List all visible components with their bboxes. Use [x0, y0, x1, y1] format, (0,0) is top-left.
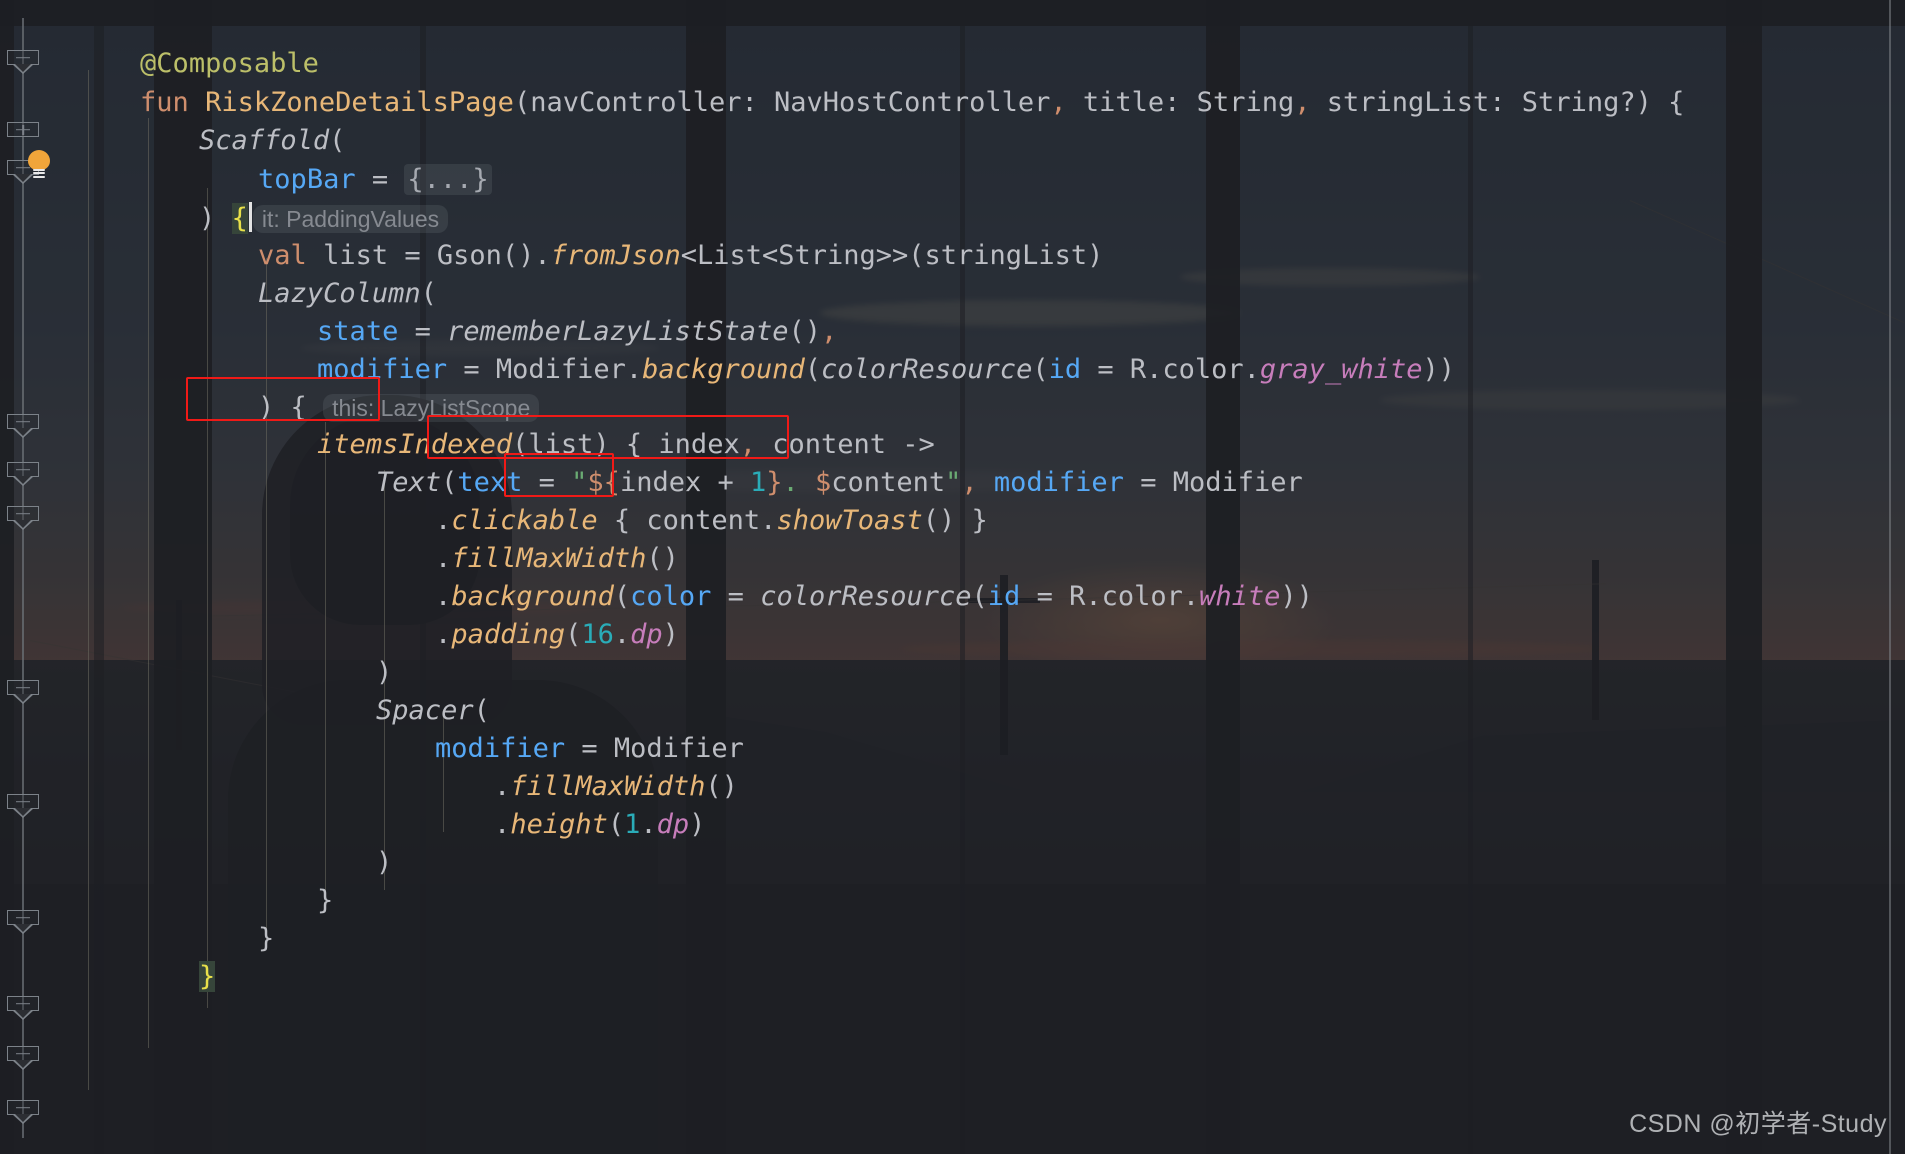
matched-brace-close: }: [199, 960, 216, 992]
code-content[interactable]: @Composable fun RiskZoneDetailsPage(navC…: [0, 0, 1905, 1154]
watermark: CSDN @初学者-Study: [1629, 1110, 1887, 1138]
editor-window: @Composable fun RiskZoneDetailsPage(navC…: [0, 0, 1905, 1154]
code-editor-area[interactable]: @Composable fun RiskZoneDetailsPage(navC…: [0, 0, 1905, 1154]
code-line[interactable]: .height(1.dp): [364, 755, 705, 840]
code-line[interactable]: }: [69, 907, 216, 992]
scroll-indicator[interactable]: [1889, 0, 1891, 1154]
